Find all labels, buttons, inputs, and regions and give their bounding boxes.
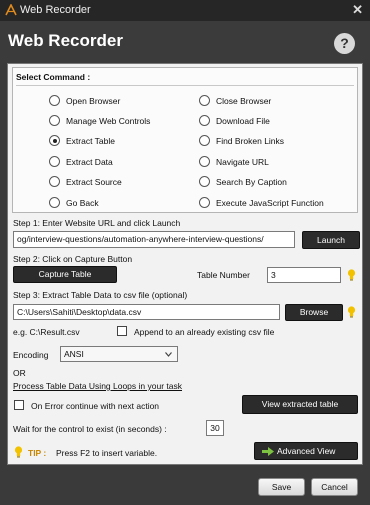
lightbulb-icon [347,306,356,318]
radio-circle[interactable] [49,176,60,187]
radio-circle[interactable] [49,197,60,208]
radio-manage-web-controls[interactable]: Manage Web Controls [49,115,150,126]
radio-label: Execute JavaScript Function [216,197,324,208]
radio-open-browser[interactable]: Open Browser [49,95,120,106]
close-icon[interactable]: ✕ [352,2,363,18]
chevron-down-icon [165,352,172,357]
tip-text: Press F2 to insert variable. [56,448,158,458]
radio-label: Search By Caption [216,176,287,187]
radio-label: Close Browser [216,95,272,106]
radio-label: Manage Web Controls [66,115,151,126]
lightbulb-icon [347,269,356,281]
wait-label: Wait for the control to exist (in second… [13,424,167,434]
radio-label: Extract Data [66,156,113,167]
radio-label: Extract Source [66,176,122,187]
window-title: Web Recorder [20,4,91,16]
or-text: OR [13,368,26,378]
radio-circle[interactable] [49,95,60,106]
encoding-select[interactable]: ANSI [60,346,178,362]
step3-label: Step 3: Extract Table Data to csv file (… [13,290,188,300]
radio-circle[interactable] [199,197,210,208]
radio-navigate-url[interactable]: Navigate URL [199,156,269,167]
launch-button[interactable]: Launch [302,231,360,249]
radio-label: Extract Table [66,135,115,146]
window-titlebar: Web Recorder ✕ [0,0,370,21]
append-label: Append to an already existing csv file [134,327,275,337]
main-panel: Select Command : Open Browser Manage Web… [7,63,363,465]
divider [16,85,354,86]
command-group: Select Command : Open Browser Manage Web… [12,67,358,213]
dialog-header: Web Recorder ? [0,21,370,63]
radio-circle[interactable] [49,115,60,126]
encoding-label: Encoding [13,350,49,360]
radio-circle[interactable] [199,95,210,106]
arrow-right-icon [262,447,274,456]
radio-circle[interactable] [199,176,210,187]
radio-close-browser[interactable]: Close Browser [199,95,271,106]
radio-extract-source[interactable]: Extract Source [49,176,122,187]
radio-label: Navigate URL [216,156,269,167]
table-number-label: Table Number [197,270,250,280]
radio-circle[interactable] [199,156,210,167]
radio-extract-data[interactable]: Extract Data [49,156,113,167]
radio-label: Open Browser [66,95,121,106]
radio-label: Go Back [66,197,99,208]
help-icon[interactable]: ? [334,33,355,54]
dialog-title: Web Recorder [8,31,123,50]
radio-circle[interactable] [199,115,210,126]
advanced-view-button[interactable]: Advanced View [254,442,358,460]
save-button[interactable]: Save [258,478,305,496]
table-number-input[interactable]: 3 [267,267,341,283]
radio-search-by-caption[interactable]: Search By Caption [199,176,287,187]
radio-go-back[interactable]: Go Back [49,197,99,208]
advanced-view-label: Advanced View [277,446,336,456]
radio-circle[interactable] [49,156,60,167]
process-loops-link[interactable]: Process Table Data Using Loops in your t… [13,381,182,391]
browse-button[interactable]: Browse [285,304,343,321]
radio-extract-table[interactable]: Extract Table [49,135,115,146]
lightbulb-icon [14,446,23,458]
radio-circle-selected[interactable] [49,135,60,146]
wait-seconds-input[interactable]: 30 [206,420,224,436]
on-error-checkbox[interactable] [14,400,24,410]
url-input[interactable]: og/interview-questions/automation-anywhe… [13,231,295,248]
radio-circle[interactable] [199,135,210,146]
on-error-label: On Error continue with next action [31,401,160,411]
view-extracted-table-button[interactable]: View extracted table [242,395,358,414]
cancel-button[interactable]: Cancel [311,478,358,496]
radio-find-broken-links[interactable]: Find Broken Links [199,135,284,146]
step2-label: Step 2: Click on Capture Button [13,254,133,264]
radio-download-file[interactable]: Download File [199,115,270,126]
csv-example-text: e.g. C:\Result.csv [13,327,80,337]
append-checkbox[interactable] [117,326,127,336]
tip-label: TIP : [28,448,47,458]
radio-execute-javascript-function[interactable]: Execute JavaScript Function [199,197,324,208]
capture-table-button[interactable]: Capture Table [13,266,117,283]
encoding-value: ANSI [64,349,84,359]
command-group-label: Select Command : [16,72,91,82]
radio-label: Find Broken Links [216,135,285,146]
app-logo-icon [5,4,17,16]
radio-label: Download File [216,115,270,126]
step1-label: Step 1: Enter Website URL and click Laun… [13,218,181,228]
csv-path-input[interactable]: C:\Users\Sahiti\Desktop\data.csv [13,304,280,320]
